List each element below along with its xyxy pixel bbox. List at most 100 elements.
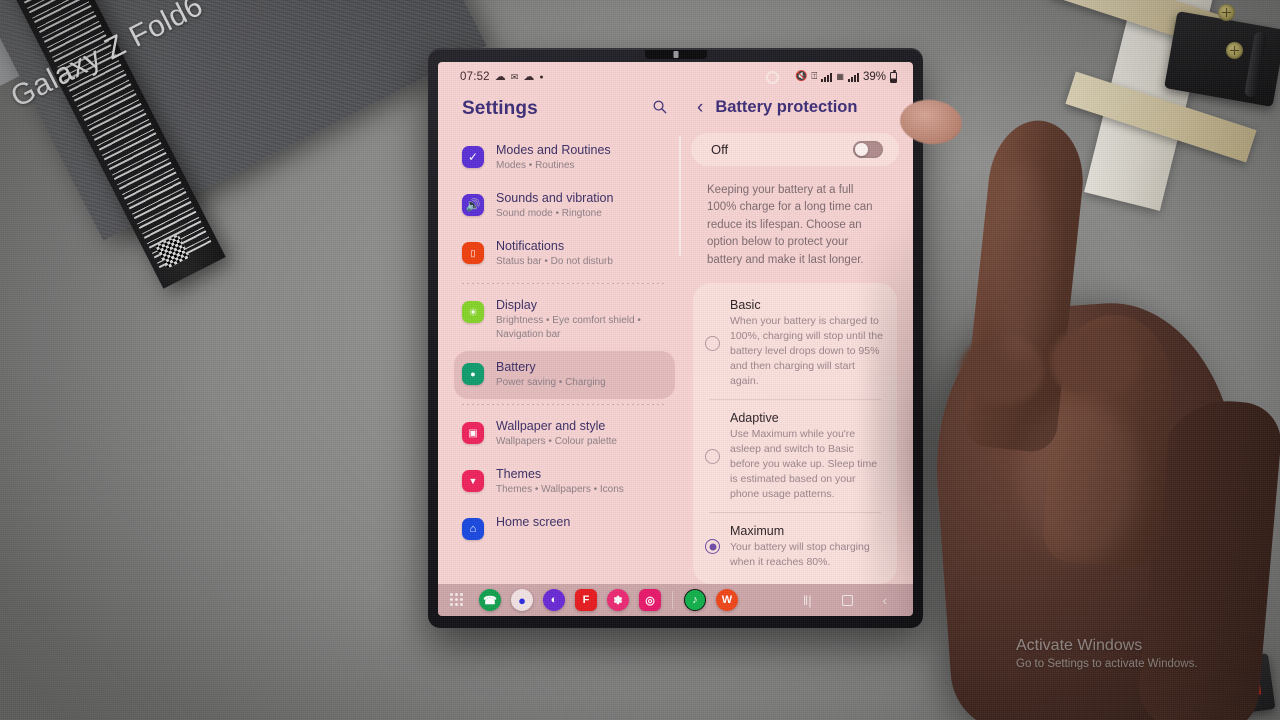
sidebar-scrollbar[interactable]	[678, 136, 681, 256]
notifications-icon: ▯	[462, 242, 484, 264]
option-title: Basic	[730, 298, 761, 312]
protection-options-card: Basic When your battery is charged to 10…	[693, 283, 897, 584]
screw-icon	[1226, 42, 1243, 59]
status-bar-right: 🔇 ⍐ ▦ 39%	[765, 69, 897, 84]
sidebar-item-sublabel: Modes • Routines	[496, 160, 575, 171]
sidebar-item-themes[interactable]: ▼ Themes Themes • Wallpapers • Icons	[454, 458, 675, 506]
option-maximum[interactable]: Maximum Your battery will stop charging …	[693, 513, 897, 580]
mute-icon: 🔇	[794, 71, 808, 82]
option-basic[interactable]: Basic When your battery is charged to 10…	[693, 287, 897, 399]
battery-percent-label: 39%	[862, 71, 886, 83]
home-button[interactable]	[841, 594, 853, 606]
sidebar-item-sublabel: Brightness • Eye comfort shield • Naviga…	[496, 315, 641, 340]
sidebar-item-wallpaper-and-style[interactable]: ▣ Wallpaper and style Wallpapers • Colou…	[454, 410, 675, 458]
cloud-icon: ☁	[494, 70, 506, 83]
power-ghost-icon	[765, 70, 779, 84]
status-bar: 07:52 ☁ ✉ ☁ ● 🔇 ⍐ ▦ 39%	[438, 62, 913, 92]
sidebar-item-label: Sounds and vibration	[496, 191, 614, 205]
battery-protection-toggle-row[interactable]: Off	[691, 133, 899, 166]
keyboard-red-key: Record	[1205, 678, 1262, 703]
page-title: Settings	[462, 98, 538, 119]
sidebar-item-label: Battery	[496, 360, 536, 374]
asterisk-app-icon[interactable]: ✽	[607, 589, 629, 611]
option-description: When your battery is charged to 100%, ch…	[730, 315, 883, 387]
sidebar-item-sublabel: Power saving • Charging	[496, 377, 606, 388]
wallpaper-icon: ▣	[462, 422, 484, 444]
battery-protection-toggle[interactable]	[853, 140, 883, 158]
taskbar: ☎ ● ◐ F ✽ ◎ ♪ W ‖| ‹	[438, 584, 913, 616]
dot-icon: ●	[539, 73, 544, 81]
radio-icon[interactable]	[705, 335, 720, 351]
hinge-pin	[1243, 30, 1268, 98]
sidebar-item-list: ✓ Modes and Routines Modes • Routines 🔊 …	[454, 134, 675, 549]
display-icon: ☀	[462, 301, 484, 323]
sidebar-item-modes-and-routines[interactable]: ✓ Modes and Routines Modes • Routines	[454, 134, 675, 182]
wifi-icon: ⍐	[811, 71, 818, 82]
status-bar-clock: 07:52	[460, 71, 490, 83]
settings-sidebar[interactable]: Settings ✓ Modes and Routines Modes • Ro…	[438, 92, 683, 584]
themes-icon: ▼	[462, 470, 484, 492]
settings-panes: Settings ✓ Modes and Routines Modes • Ro…	[438, 92, 913, 584]
sidebar-item-sounds-and-vibration[interactable]: 🔊 Sounds and vibration Sound mode • Ring…	[454, 182, 675, 230]
spotify-app-icon[interactable]: ♪	[684, 589, 706, 611]
watermark-subtitle: Go to Settings to activate Windows.	[1016, 658, 1198, 670]
sidebar-item-sublabel: Status bar • Do not disturb	[496, 256, 613, 267]
sound-icon: 🔊	[462, 194, 484, 216]
sidebar-item-sublabel: Sound mode • Ringtone	[496, 208, 602, 219]
option-title: Adaptive	[730, 411, 779, 425]
sidebar-item-label: Home screen	[496, 515, 571, 529]
phone-device: 07:52 ☁ ✉ ☁ ● 🔇 ⍐ ▦ 39% Settings ✓ Modes…	[428, 48, 923, 628]
cloud-icon: ☁	[523, 70, 535, 83]
watermark-title: Activate Windows	[1016, 637, 1143, 654]
sidebar-item-notifications[interactable]: ▯ Notifications Status bar • Do not dist…	[454, 230, 675, 278]
detail-header: ‹ Battery protection	[691, 92, 899, 133]
scene: Galaxy Z Fold6 Record 07:52 ☁ ✉ ☁ ● 🔇 ⍐ …	[0, 0, 1280, 720]
toggle-state-label: Off	[711, 141, 729, 157]
phone-app-icon[interactable]: ☎	[479, 589, 501, 611]
w-app-icon[interactable]: W	[716, 589, 738, 611]
flipboard-app-icon[interactable]: F	[575, 589, 597, 611]
sidebar-item-battery[interactable]: ● Battery Power saving • Charging	[454, 351, 675, 399]
battery-settings-icon: ●	[462, 363, 484, 385]
search-icon[interactable]	[652, 99, 667, 119]
instagram-app-icon[interactable]: ◎	[639, 589, 661, 611]
option-title: Maximum	[730, 524, 785, 538]
phone-screen: 07:52 ☁ ✉ ☁ ● 🔇 ⍐ ▦ 39% Settings ✓ Modes…	[438, 62, 913, 616]
battery-icon	[890, 69, 897, 83]
sidebar-divider	[462, 404, 665, 405]
battery-protection-description: Keeping your battery at a full 100% char…	[707, 183, 873, 266]
sidebar-item-label: Notifications	[496, 239, 565, 253]
option-description: Use Maximum while you're asleep and swit…	[730, 428, 878, 500]
status-bar-left: 07:52 ☁ ✉ ☁ ●	[460, 71, 544, 83]
sidebar-item-home-screen[interactable]: ⌂ Home screen	[454, 506, 675, 549]
phone-hinge-notch	[644, 50, 707, 59]
dock-divider	[672, 591, 673, 609]
sim-icon: ▦	[836, 72, 844, 81]
screw-icon	[1218, 4, 1235, 21]
sidebar-item-display[interactable]: ☀ Display Brightness • Eye comfort shiel…	[454, 289, 675, 351]
home-screen-icon: ⌂	[462, 518, 484, 540]
sidebar-divider	[462, 283, 665, 284]
samsung-internet-app-icon[interactable]: ◐	[543, 589, 565, 611]
modes-icon: ✓	[462, 146, 484, 168]
back-chevron-icon[interactable]: ‹	[697, 98, 703, 117]
galaxy-box: Galaxy Z Fold6	[0, 0, 487, 340]
recents-button[interactable]: ‖|	[803, 594, 812, 607]
hand-shadow	[870, 170, 1170, 690]
option-description: Your battery will stop charging when it …	[730, 541, 870, 568]
radio-icon-selected[interactable]	[705, 539, 720, 554]
sidebar-item-label: Wallpaper and style	[496, 419, 606, 433]
signal-bars-icon	[847, 72, 859, 82]
messages-app-icon[interactable]: ●	[511, 589, 533, 611]
sidebar-item-label: Display	[496, 298, 537, 312]
toggle-knob	[855, 142, 868, 156]
message-icon: ✉	[510, 71, 519, 82]
option-adaptive[interactable]: Adaptive Use Maximum while you're asleep…	[693, 400, 897, 512]
radio-icon[interactable]	[705, 448, 720, 464]
sidebar-item-sublabel: Wallpapers • Colour palette	[496, 436, 617, 447]
sidebar-item-label: Modes and Routines	[496, 143, 611, 157]
sidebar-item-sublabel: Themes • Wallpapers • Icons	[496, 484, 624, 495]
activate-windows-watermark: Activate Windows Go to Settings to activ…	[1016, 636, 1266, 672]
sidebar-header: Settings	[454, 92, 675, 134]
app-grid-icon[interactable]	[450, 593, 464, 607]
